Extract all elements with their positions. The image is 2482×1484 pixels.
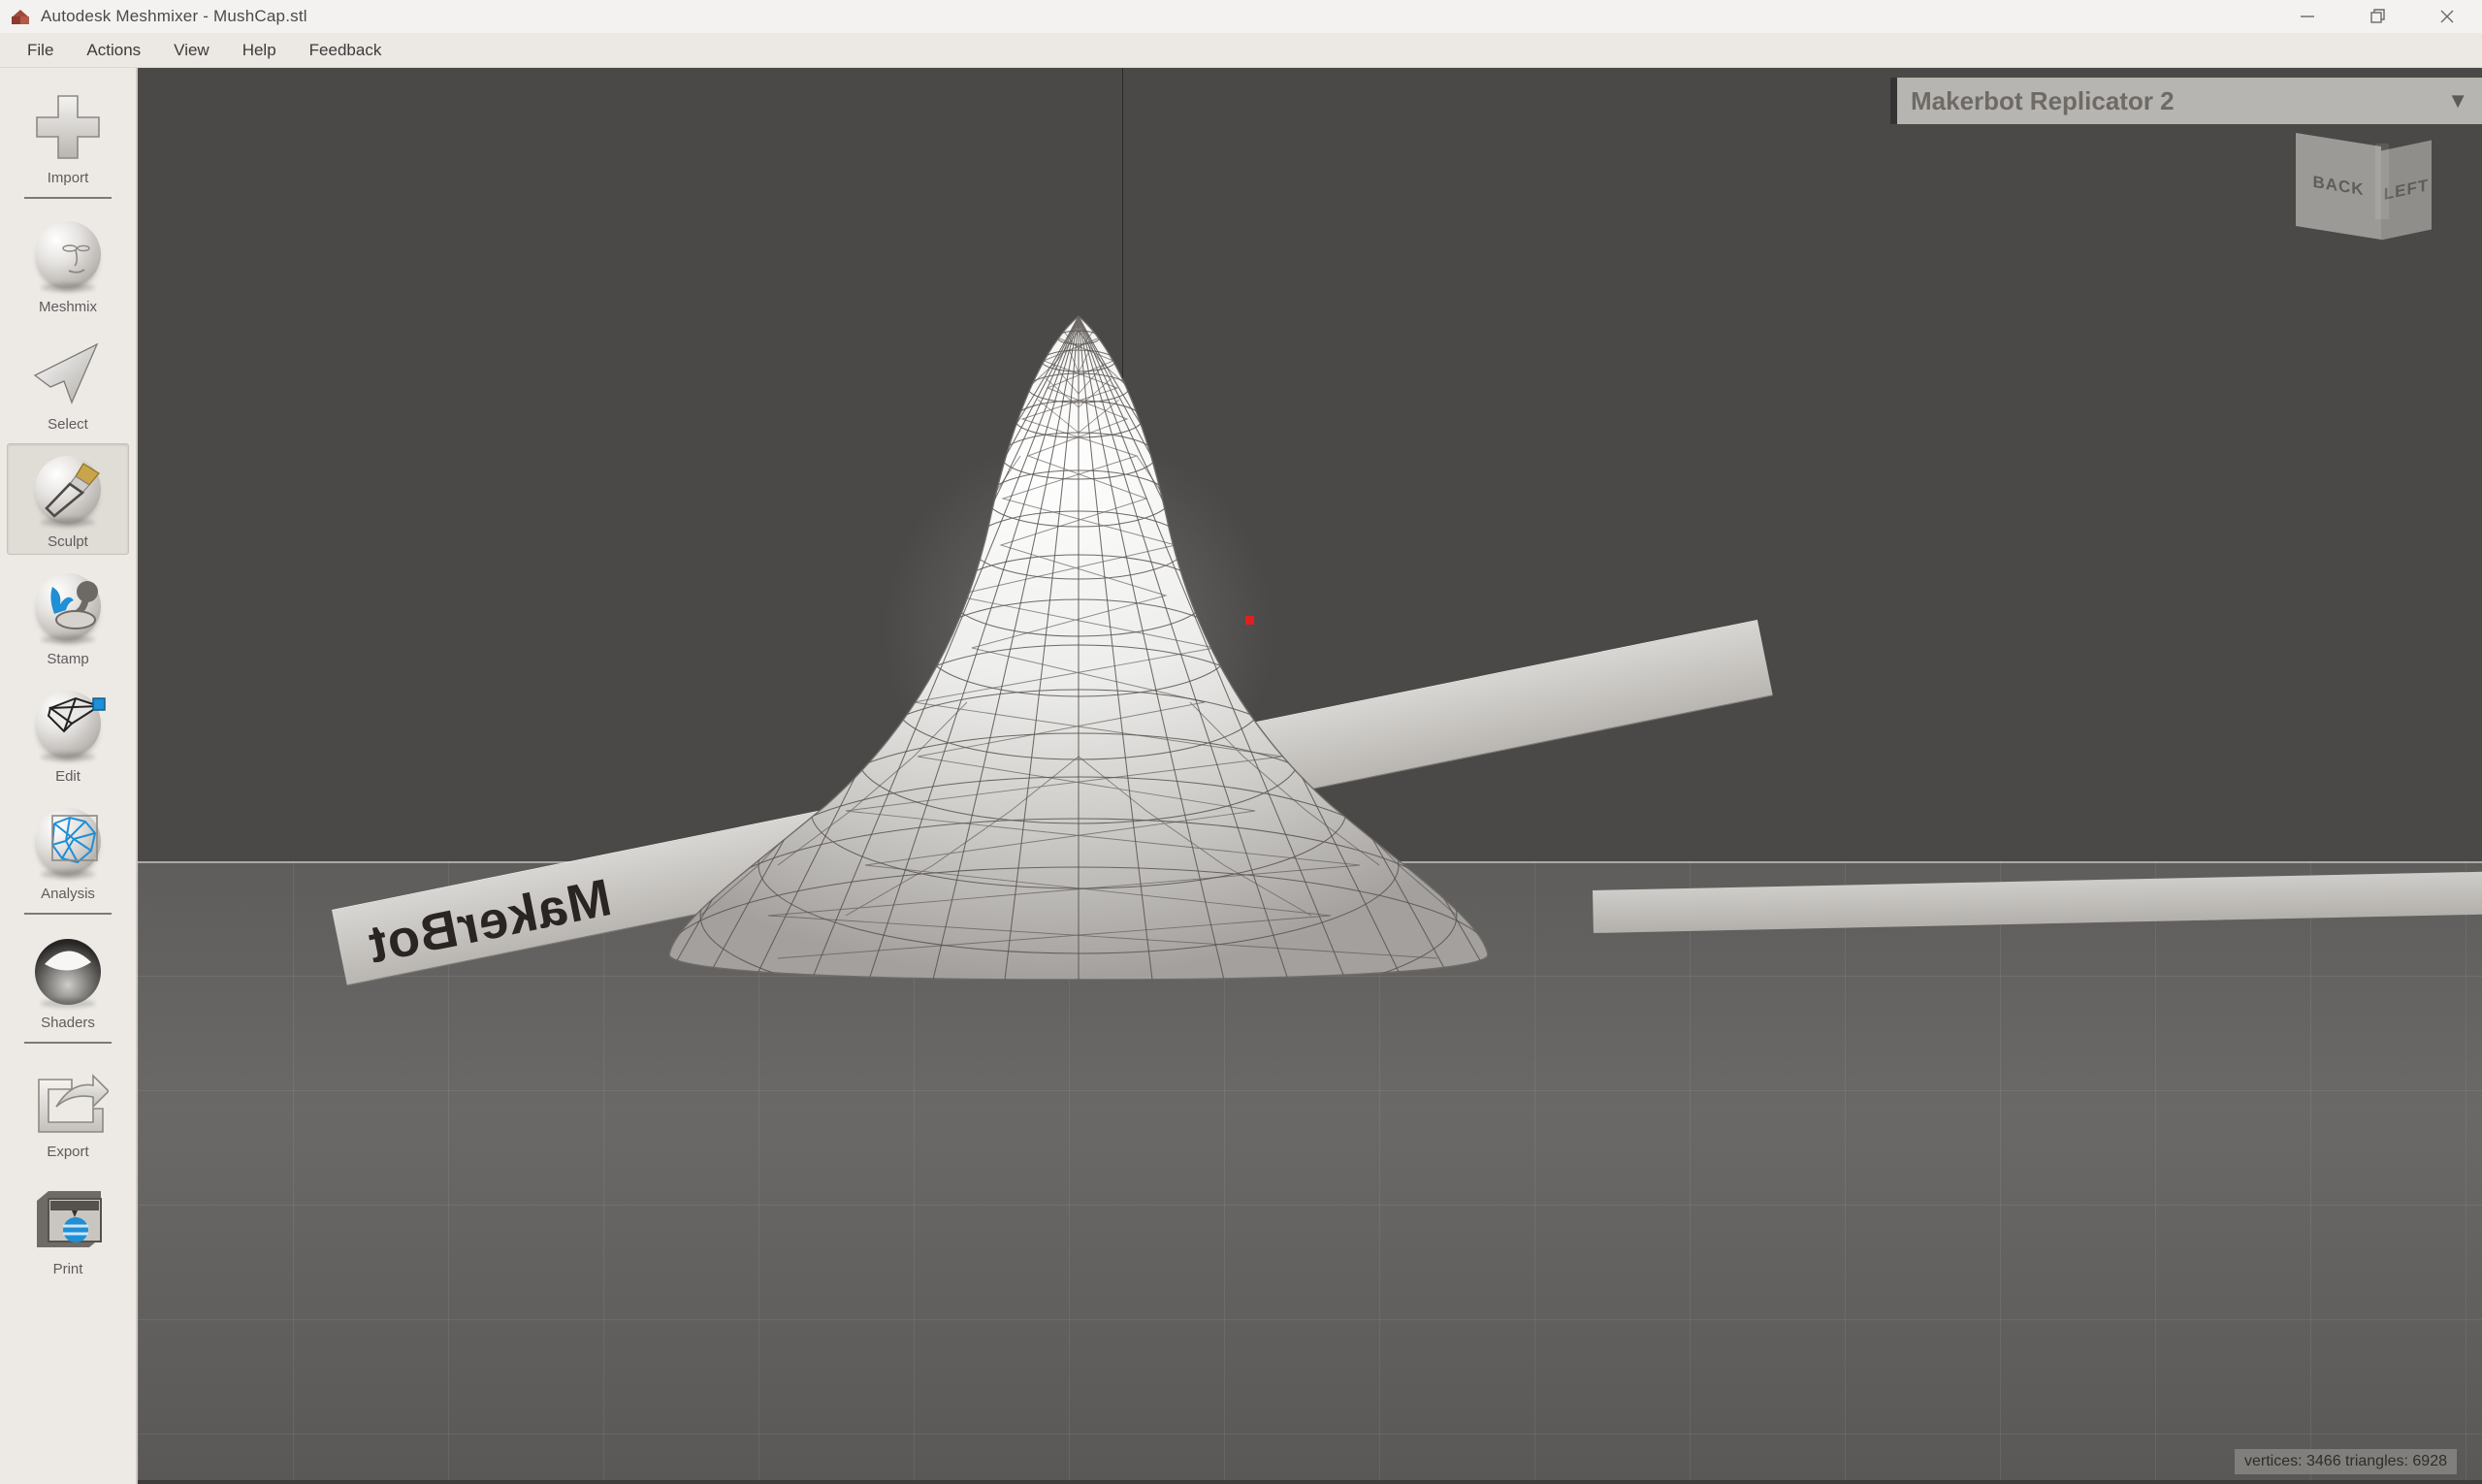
toolbar-label: Export: [47, 1144, 88, 1160]
toolbar-label: Print: [53, 1261, 83, 1277]
toolbar-label: Sculpt: [48, 533, 88, 550]
toolbar-label: Edit: [55, 768, 81, 785]
toolbar-label: Stamp: [47, 651, 88, 667]
left-toolbar: Import Meshmix Select: [0, 68, 138, 1484]
view-cube-face-back[interactable]: BACK: [2296, 133, 2381, 240]
toolbar-item-edit[interactable]: Edit: [7, 678, 129, 790]
printer-selector[interactable]: Makerbot Replicator 2 ▼: [1890, 78, 2482, 124]
viewport-bottom-border: [138, 1480, 2482, 1484]
wireframe-sphere-icon: [27, 802, 109, 884]
face-sphere-icon: [27, 215, 109, 297]
toolbar-divider: [24, 913, 112, 915]
window-title: Autodesk Meshmixer - MushCap.stl: [41, 7, 307, 26]
toolbar-item-meshmix[interactable]: Meshmix: [7, 209, 129, 320]
toolbar-item-shaders[interactable]: Shaders: [7, 924, 129, 1036]
menu-item-actions[interactable]: Actions: [73, 37, 154, 64]
stamp-icon: [27, 567, 109, 649]
toolbar-divider: [24, 197, 112, 199]
toolbar-item-export[interactable]: Export: [7, 1053, 129, 1165]
restore-icon[interactable]: [2342, 0, 2412, 33]
menu-item-feedback[interactable]: Feedback: [296, 37, 396, 64]
close-icon[interactable]: [2412, 0, 2482, 33]
meshmixer-cube-icon: [10, 6, 31, 27]
menu-item-file[interactable]: File: [14, 37, 67, 64]
shader-sphere-icon: [27, 931, 109, 1013]
viewport-3d[interactable]: MakerBot: [138, 68, 2482, 1484]
title-bar: Autodesk Meshmixer - MushCap.stl: [0, 0, 2482, 33]
printer-name: Makerbot Replicator 2: [1911, 86, 2175, 116]
printer-icon: [27, 1178, 109, 1259]
view-cube-left-label: LEFT: [2384, 176, 2430, 205]
window-controls: [2272, 0, 2482, 33]
toolbar-item-analysis[interactable]: Analysis: [7, 795, 129, 907]
toolbar-item-print[interactable]: Print: [7, 1171, 129, 1282]
toolbar-label: Select: [48, 416, 88, 433]
plus-icon: [27, 86, 109, 168]
menu-item-help[interactable]: Help: [229, 37, 290, 64]
menu-item-view[interactable]: View: [160, 37, 223, 64]
toolbar-item-select[interactable]: Select: [7, 326, 129, 437]
view-cube[interactable]: BACK LEFT: [2296, 132, 2432, 241]
export-arrow-icon: [27, 1060, 109, 1142]
toolbar-label: Import: [48, 170, 89, 186]
toolbar-label: Meshmix: [39, 299, 97, 315]
toolbar-item-sculpt[interactable]: Sculpt: [7, 443, 129, 555]
chevron-down-icon[interactable]: ▼: [2447, 88, 2468, 113]
view-cube-back-label: BACK: [2312, 173, 2364, 200]
brush-sphere-icon: [27, 450, 109, 532]
arrow-cursor-icon: [27, 333, 109, 414]
minimize-icon[interactable]: [2272, 0, 2342, 33]
toolbar-item-stamp[interactable]: Stamp: [7, 561, 129, 672]
mesh-model[interactable]: [661, 310, 1496, 980]
toolbar-item-import[interactable]: Import: [7, 80, 129, 191]
mesh-edit-icon: [27, 685, 109, 766]
status-badge: vertices: 3466 triangles: 6928: [2235, 1449, 2457, 1474]
toolbar-divider: [24, 1042, 112, 1044]
toolbar-label: Shaders: [41, 1015, 95, 1031]
view-cube-edge: [2375, 144, 2389, 219]
brush-cursor-marker: [1245, 616, 1254, 625]
menu-bar: File Actions View Help Feedback: [0, 33, 2482, 68]
toolbar-label: Analysis: [41, 886, 95, 902]
